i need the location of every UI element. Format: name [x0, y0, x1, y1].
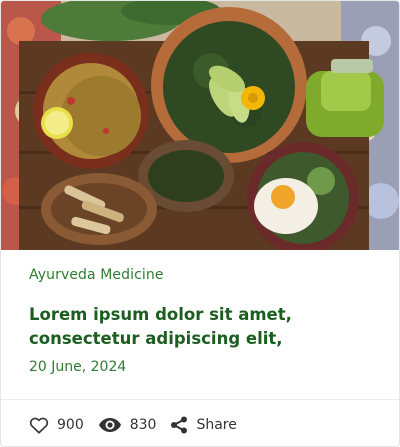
- views-stat: 830: [98, 417, 157, 433]
- share-label: Share: [196, 417, 237, 433]
- view-count: 830: [129, 417, 157, 433]
- heart-icon: [29, 416, 49, 434]
- category-label[interactable]: Ayurveda Medicine: [29, 267, 164, 283]
- stats-bar: 900 830 Share: [29, 413, 237, 437]
- divider: [1, 399, 399, 400]
- share-icon: [170, 416, 188, 434]
- article-title[interactable]: Lorem ipsum dolor sit amet, consectetur …: [29, 303, 379, 351]
- eye-icon: [98, 417, 122, 433]
- publish-date: 20 June, 2024: [29, 359, 127, 375]
- hero-image[interactable]: [1, 1, 399, 250]
- article-card[interactable]: Ayurveda Medicine Lorem ipsum dolor sit …: [0, 0, 400, 447]
- like-count: 900: [57, 417, 84, 433]
- like-button[interactable]: 900: [29, 416, 84, 434]
- share-button[interactable]: Share: [170, 416, 237, 434]
- food-photo-image: [1, 1, 399, 250]
